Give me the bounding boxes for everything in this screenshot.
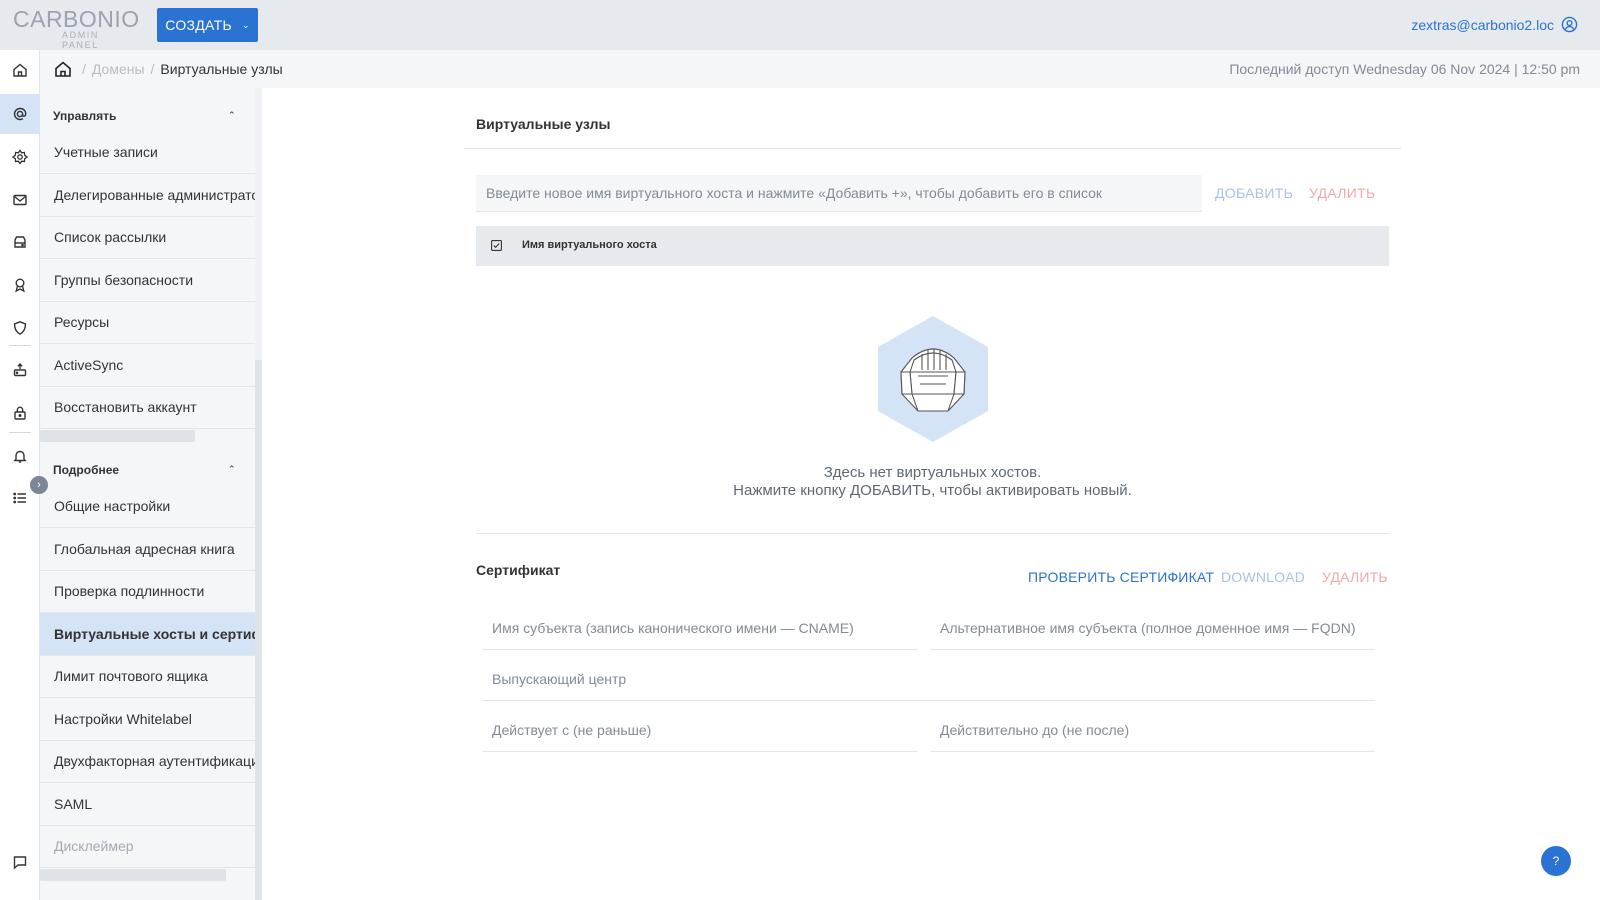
- expand-sidebar-button[interactable]: ›: [30, 476, 48, 494]
- valid-to-field[interactable]: Действительно до (не после): [930, 708, 1375, 752]
- horizontal-scrollbar[interactable]: [40, 869, 226, 881]
- sidebar-item-security-groups[interactable]: Группы безопасности: [40, 259, 255, 302]
- create-button[interactable]: СОЗДАТЬ ⌄: [157, 8, 258, 42]
- rail-backup-button[interactable]: [0, 350, 40, 390]
- sidebar-item-virtual-hosts[interactable]: Виртуальные хосты и сертифик: [40, 613, 255, 656]
- help-button[interactable]: ?: [1541, 846, 1571, 876]
- rail-divider: [9, 432, 31, 433]
- subject-name-field[interactable]: Имя субъекта (запись канонического имени…: [482, 606, 918, 650]
- breadcrumb-bar: / Домены / Виртуальные узлы Последний до…: [40, 50, 1600, 88]
- logo-subtitle: ADMIN PANEL: [62, 30, 99, 50]
- chevron-right-icon: ›: [37, 479, 41, 491]
- horizontal-scrollbar[interactable]: [40, 430, 195, 442]
- delete-virtual-host-button[interactable]: УДАЛИТЬ: [1309, 185, 1375, 201]
- sidebar-item-mailbox-quota[interactable]: Лимит почтового ящика: [40, 655, 255, 698]
- sidebar-item-2fa[interactable]: Двухфакторная аутентификация: [40, 740, 255, 783]
- chevron-down-icon: ⌄: [241, 19, 250, 30]
- carbonio-logo[interactable]: CARBONIO ADMIN PANEL: [13, 6, 140, 51]
- sidebar-item-restore-account[interactable]: Восстановить аккаунт: [40, 386, 255, 429]
- delete-certificate-button[interactable]: УДАЛИТЬ: [1322, 569, 1388, 585]
- section-title-details: Подробнее: [53, 463, 120, 477]
- create-button-label: СОЗДАТЬ: [165, 17, 232, 33]
- page-title: Виртуальные узлы: [476, 116, 611, 132]
- bell-icon: [13, 450, 27, 463]
- rail-domains-button[interactable]: [0, 94, 40, 134]
- rail-home-button[interactable]: [0, 50, 40, 90]
- rail-mail-button[interactable]: [0, 180, 40, 220]
- rail-privacy-button[interactable]: [0, 393, 40, 433]
- domain-sidebar: Управлять ⌃ Учетные записи Делегированны…: [40, 88, 262, 900]
- shield-icon: [13, 321, 27, 336]
- at-sign-icon: [13, 107, 27, 121]
- sidebar-item-disclaimer[interactable]: Дисклеймер: [40, 825, 255, 868]
- mail-icon: [13, 194, 27, 206]
- sidebar-item-saml[interactable]: SAML: [40, 783, 255, 826]
- sidebar-item-whitelabel[interactable]: Настройки Whitelabel: [40, 698, 255, 741]
- issuer-field[interactable]: Выпускающий центр: [482, 657, 1375, 701]
- chat-icon: [13, 856, 27, 870]
- divider: [464, 148, 1401, 149]
- virtual-host-input[interactable]: Введите новое имя виртуального хоста и н…: [476, 175, 1202, 212]
- rail-security-button[interactable]: [0, 308, 40, 348]
- rail-storage-button[interactable]: [0, 222, 40, 262]
- sidebar-item-general-settings[interactable]: Общие настройки: [40, 485, 255, 528]
- logo-brand: CARBONIO: [13, 6, 140, 32]
- sidebar-item-activesync[interactable]: ActiveSync: [40, 344, 255, 387]
- vertical-scrollbar-thumb[interactable]: [255, 360, 262, 900]
- virtual-hosts-table-header: Имя виртуального хоста: [476, 226, 1389, 266]
- empty-state-message: Здесь нет виртуальных хостов. Нажмите кн…: [476, 464, 1389, 500]
- sidebar-item-accounts[interactable]: Учетные записи: [40, 131, 255, 174]
- empty-state-line-1: Здесь нет виртуальных хостов.: [823, 464, 1042, 481]
- rail-feedback-button[interactable]: [0, 842, 40, 882]
- chevron-up-icon[interactable]: ⌃: [228, 464, 236, 475]
- divider: [476, 533, 1389, 534]
- user-email-link[interactable]: zextras@carbonio2.loc: [1411, 17, 1554, 33]
- breadcrumb-separator: /: [150, 61, 155, 77]
- verify-certificate-button[interactable]: ПРОВЕРИТЬ СЕРТИФИКАТ: [1028, 569, 1214, 585]
- breadcrumb-domains-link[interactable]: Домены: [92, 61, 145, 77]
- breadcrumb: / Домены / Виртуальные узлы: [82, 61, 283, 77]
- valid-from-field[interactable]: Действует с (не раньше): [482, 708, 918, 752]
- breadcrumb-home-icon[interactable]: [54, 60, 72, 78]
- backup-icon: [13, 362, 27, 377]
- list-icon: [13, 492, 26, 504]
- sidebar-item-resources[interactable]: Ресурсы: [40, 301, 255, 344]
- chevron-up-icon[interactable]: ⌃: [228, 110, 236, 121]
- rail-divider: [9, 345, 31, 346]
- last-access-info: Последний доступ Wednesday 06 Nov 2024 |…: [1229, 61, 1580, 77]
- certificate-section-title: Сертификат: [476, 562, 561, 578]
- icon-rail: [0, 50, 40, 900]
- breadcrumb-current: Виртуальные узлы: [160, 61, 283, 77]
- lock-icon: [14, 406, 26, 420]
- top-header: CARBONIO ADMIN PANEL СОЗДАТЬ ⌄ zextras@c…: [0, 0, 1600, 50]
- gear-flower-icon: [12, 149, 28, 165]
- rail-cos-button[interactable]: [0, 137, 40, 177]
- sidebar-item-gal[interactable]: Глобальная адресная книга: [40, 528, 255, 571]
- breadcrumb-separator: /: [82, 61, 86, 77]
- sidebar-item-delegated-admins[interactable]: Делегированные администрато: [40, 174, 255, 217]
- award-icon: [15, 278, 25, 293]
- main-content: Виртуальные узлы Введите новое имя вирту…: [262, 88, 1600, 900]
- sidebar-item-authentication[interactable]: Проверка подлинности: [40, 570, 255, 613]
- user-account-icon[interactable]: [1561, 16, 1578, 33]
- rail-notifications-button[interactable]: [0, 436, 40, 476]
- alt-subject-name-field[interactable]: Альтернативное имя субъекта (полное доме…: [930, 606, 1375, 650]
- storage-icon: [14, 236, 26, 248]
- select-all-checkbox-icon[interactable]: [491, 240, 502, 251]
- sidebar-item-mailing-lists[interactable]: Список рассылки: [40, 216, 255, 259]
- column-header-host-name[interactable]: Имя виртуального хоста: [522, 239, 657, 251]
- section-title-manage: Управлять: [53, 109, 117, 123]
- empty-state-line-2: Нажмите кнопку ДОБАВИТЬ, чтобы активиров…: [733, 482, 1132, 499]
- add-virtual-host-button[interactable]: ДОБАВИТЬ: [1215, 185, 1293, 201]
- empty-state-illustration-icon: [878, 316, 988, 442]
- home-icon: [13, 63, 27, 77]
- download-certificate-button[interactable]: DOWNLOAD: [1221, 569, 1305, 585]
- rail-certificates-button[interactable]: [0, 265, 40, 305]
